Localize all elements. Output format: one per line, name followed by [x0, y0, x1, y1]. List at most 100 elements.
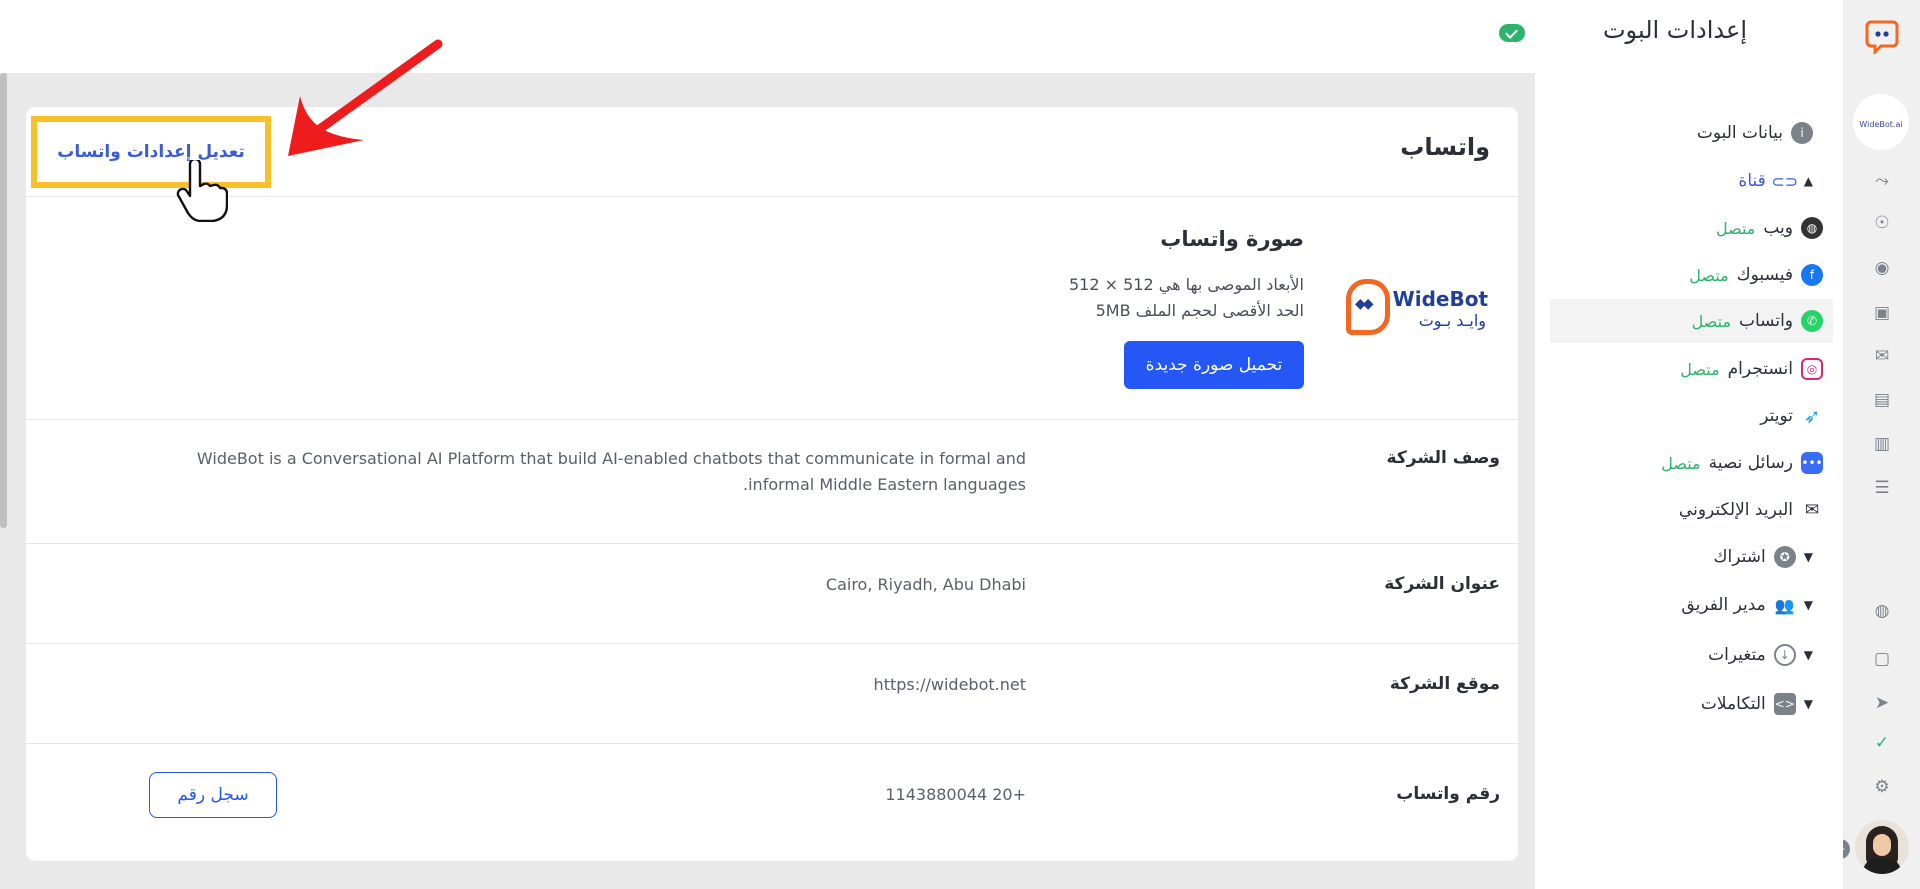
chevron-down-icon: ▼: [1803, 648, 1813, 662]
sidebar-item-subscription[interactable]: ▼ ✪ اشتراك: [1530, 535, 1813, 579]
logo-text-en: WideBot: [1392, 287, 1488, 311]
sidebar-item-whatsapp[interactable]: ✆ واتساب متصل: [1550, 299, 1833, 343]
whatsapp-number-value: +20 1143880044: [885, 785, 1026, 804]
whatsapp-icon: ✆: [1801, 310, 1823, 332]
sidebar-item-facebook[interactable]: f فيسبوك متصل: [1540, 253, 1823, 297]
sidebar-item-email[interactable]: ✉ البريد الإلكتروني: [1540, 488, 1823, 532]
status-badge: متصل: [1661, 453, 1701, 473]
whatsapp-number-row: رقم واتساب +20 1143880044 سجل رقم: [26, 744, 1518, 854]
card-header: واتساب تعديل إعدادات واتساب: [26, 107, 1518, 197]
company-address-value: Cairo, Riyadh, Abu Dhabi: [825, 575, 1026, 594]
sidebar-item-label: البريد الإلكتروني: [1678, 500, 1793, 520]
chevron-down-icon: ▼: [1803, 598, 1813, 612]
forms-icon[interactable]: ▤: [1871, 389, 1893, 411]
sidebar-item-integrations[interactable]: ▼ <> التكاملات: [1530, 682, 1813, 726]
chat-icon: •••: [1801, 452, 1823, 474]
company-website-value: https://widebot.net: [873, 675, 1026, 694]
flow-icon[interactable]: ⤳: [1871, 170, 1893, 192]
gear-icon[interactable]: ⚙: [1871, 776, 1893, 798]
variable-icon: ↓: [1773, 644, 1796, 666]
bot-avatar[interactable]: WideBot.ai: [1853, 94, 1909, 150]
settings-sidebar: i بيانات البوت ▲ ⊂⊃ قناة ◍ ويب متصل f في…: [1535, 73, 1843, 889]
company-address-row: عنوان الشركة Cairo, Riyadh, Abu Dhabi: [26, 544, 1518, 644]
badge-icon: ✪: [1773, 546, 1796, 568]
analytics-icon[interactable]: ▥: [1871, 433, 1893, 455]
sidebar-item-label: انستجرام: [1727, 359, 1793, 379]
wallet-icon[interactable]: ▢: [1871, 648, 1893, 670]
widebot-profile-logo: WideBot وايـد بـوت: [1346, 279, 1488, 339]
sidebar-item-variables[interactable]: ▼ ↓ متغيرات: [1530, 633, 1813, 677]
company-website-row: موقع الشركة https://widebot.net: [26, 644, 1518, 744]
send-icon[interactable]: ➤: [1871, 692, 1893, 714]
company-address-label: عنوان الشركة: [1384, 574, 1500, 594]
cloud-sync-icon: [1499, 24, 1525, 42]
whatsapp-photo-section: صورة واتساب الأبعاد الموصى بها هي 512 × …: [26, 197, 1518, 420]
mail-icon[interactable]: ✉: [1871, 345, 1893, 367]
upload-new-photo-button[interactable]: تحميل صورة جديدة: [1124, 341, 1304, 389]
scrollbar[interactable]: [0, 73, 7, 528]
edit-whatsapp-settings-link[interactable]: تعديل إعدادات واتساب: [31, 116, 271, 188]
brain-icon[interactable]: ☉: [1871, 212, 1893, 234]
team-icon: 👥: [1774, 595, 1795, 615]
company-description-label: وصف الشركة: [1386, 448, 1500, 468]
mail-icon: ✉: [1804, 500, 1820, 520]
page-title: إعدادات البوت: [1602, 16, 1747, 44]
logo-text-ar: وايـد بـوت: [1418, 311, 1486, 330]
sidebar-item-sms[interactable]: ••• رسائل نصية متصل: [1540, 441, 1823, 485]
photo-size-hint: الحد الأقصى لحجم الملف 5MB: [1095, 301, 1304, 320]
company-website-label: موقع الشركة: [1389, 674, 1500, 694]
sidebar-item-web[interactable]: ◍ ويب متصل: [1540, 206, 1823, 250]
sidebar-item-channel[interactable]: ▲ ⊂⊃ قناة: [1530, 159, 1813, 203]
sidebar-item-label: بيانات البوت: [1696, 123, 1783, 143]
sidebar-item-label: التكاملات: [1700, 694, 1766, 714]
link-icon: ⊂⊃: [1771, 171, 1799, 191]
broadcast-icon[interactable]: ◉: [1871, 257, 1893, 279]
hand-pointer-icon: [176, 160, 228, 222]
sidebar-item-instagram[interactable]: ◎ انستجرام متصل: [1540, 347, 1823, 391]
status-badge: متصل: [1715, 218, 1756, 238]
status-badge: متصل: [1680, 359, 1720, 379]
icon-rail: WideBot.ai ⤳ ☉ ◉ ▣ ✉ ▤ ▥ ☰ ◍ ▢ ➤ ✓ ⚙ ←: [1830, 0, 1920, 889]
facebook-icon: f: [1801, 264, 1823, 286]
chevron-down-icon: ▼: [1803, 550, 1813, 564]
user-avatar[interactable]: [1855, 820, 1909, 874]
widebot-mark-icon: [1346, 279, 1390, 335]
contacts-icon[interactable]: ▣: [1871, 302, 1893, 324]
sidebar-item-twitter[interactable]: ➶ تويتر: [1540, 394, 1823, 438]
globe-icon: ◍: [1801, 217, 1823, 239]
integrations-icon: <>: [1773, 693, 1796, 715]
bot-avatar-label: WideBot.ai: [1859, 120, 1903, 129]
sidebar-item-label: واتساب: [1738, 311, 1793, 331]
company-description-row: وصف الشركة WideBot is a Conversational A…: [26, 420, 1518, 544]
chevron-up-icon: ▲: [1803, 174, 1813, 188]
red-arrow-annotation-icon: [288, 39, 443, 156]
checklist-icon[interactable]: ☰: [1871, 477, 1893, 499]
globe-icon[interactable]: ◍: [1871, 600, 1893, 622]
instagram-icon: ◎: [1801, 358, 1823, 380]
sidebar-item-label: رسائل نصية: [1708, 453, 1793, 473]
sidebar-item-label: اشتراك: [1713, 547, 1766, 567]
photo-title: صورة واتساب: [1160, 227, 1304, 251]
sidebar-item-bot-data[interactable]: i بيانات البوت: [1530, 111, 1813, 155]
sidebar-item-label: فيسبوك: [1736, 265, 1793, 285]
status-badge: متصل: [1689, 265, 1729, 285]
info-icon: i: [1791, 122, 1813, 144]
sidebar-item-label: متغيرات: [1708, 645, 1766, 665]
sidebar-item-team[interactable]: ▼ 👥 مدير الفريق: [1530, 583, 1813, 627]
company-description-value: WideBot is a Conversational AI Platform …: [196, 449, 1026, 494]
chevron-down-icon: ▼: [1803, 697, 1813, 711]
photo-dimensions-hint: الأبعاد الموصى بها هي 512 × 512: [1069, 275, 1304, 294]
sidebar-item-label: مدير الفريق: [1681, 595, 1766, 615]
sidebar-item-label: قناة: [1738, 171, 1766, 191]
register-number-button[interactable]: سجل رقم: [149, 772, 277, 818]
whatsapp-settings-card: واتساب تعديل إعدادات واتساب صورة واتساب …: [26, 107, 1518, 861]
sidebar-item-label: ويب: [1763, 218, 1793, 238]
status-badge: متصل: [1691, 311, 1731, 331]
sidebar-item-label: تويتر: [1760, 406, 1793, 426]
whatsapp-number-label: رقم واتساب: [1396, 784, 1500, 804]
card-title: واتساب: [1400, 133, 1490, 161]
widebot-logo-icon[interactable]: [1865, 18, 1899, 54]
twitter-icon: ➶: [1803, 404, 1821, 428]
main-content: واتساب تعديل إعدادات واتساب صورة واتساب …: [0, 73, 1535, 889]
check-icon[interactable]: ✓: [1871, 732, 1893, 754]
